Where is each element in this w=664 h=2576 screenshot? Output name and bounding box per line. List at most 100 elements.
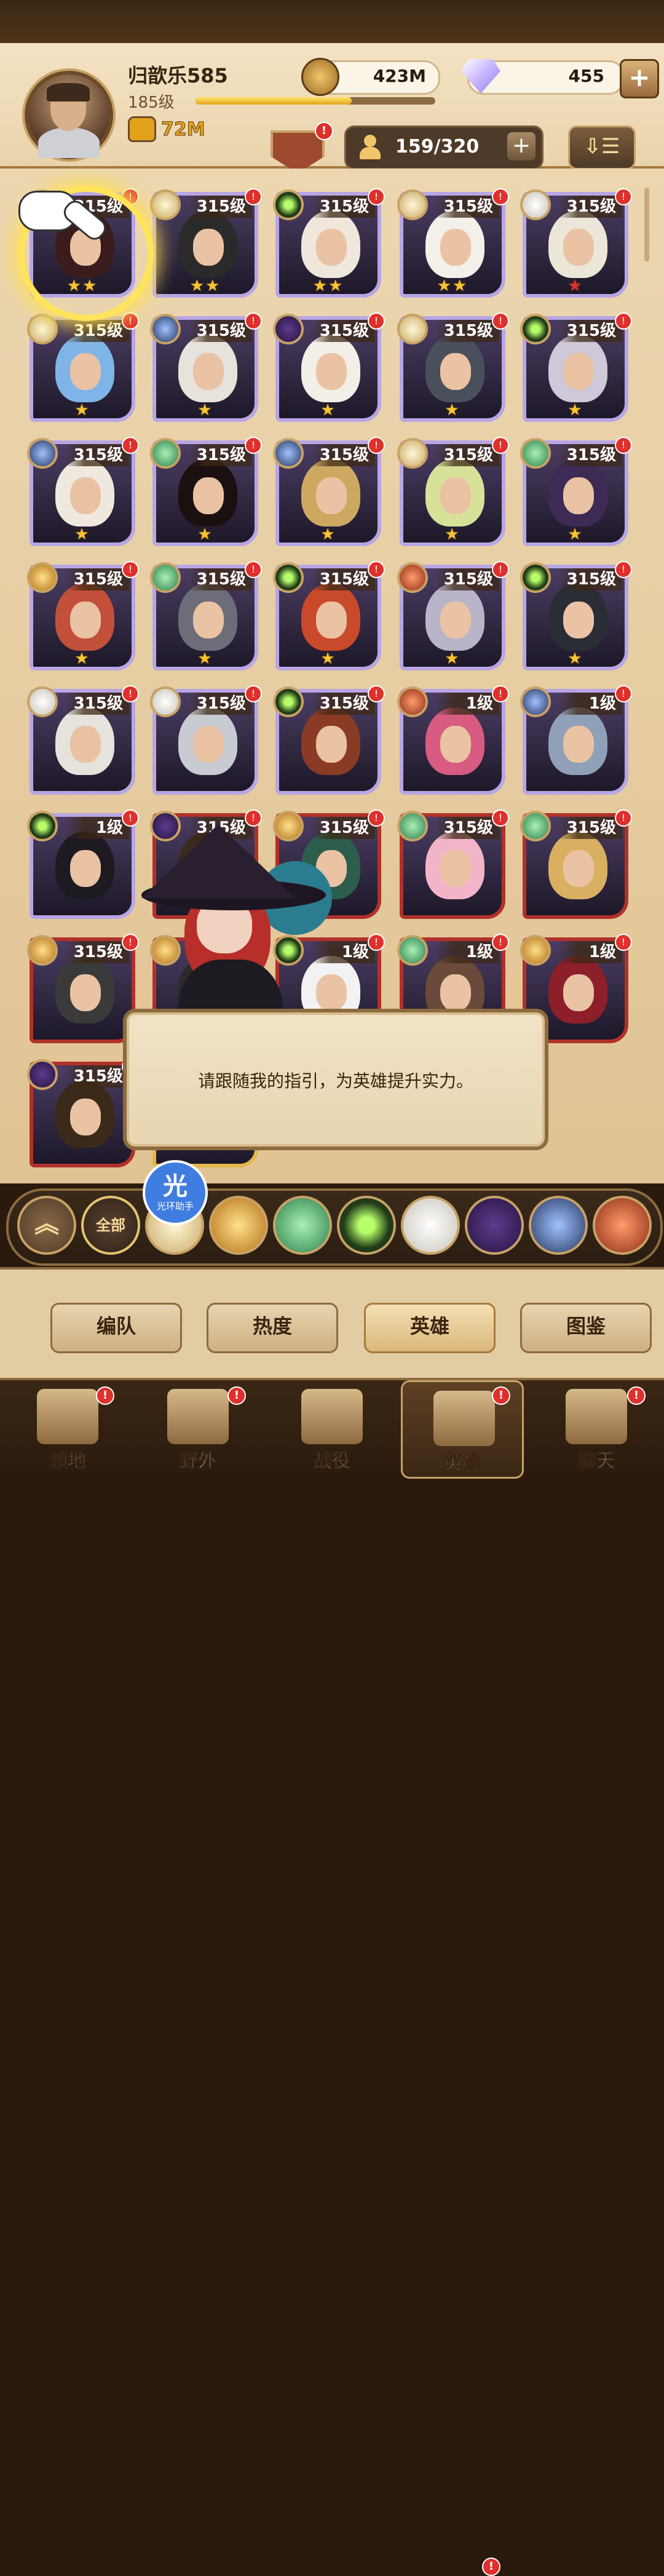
faction-eye-icon (273, 562, 304, 593)
star-rating: ★ (74, 525, 90, 544)
helper-glyph: 光 (163, 1172, 188, 1201)
sword-wings-icon (301, 1389, 363, 1444)
expand-roster-button[interactable]: + (507, 132, 536, 161)
faction-green-icon (150, 438, 181, 469)
notification-badge: ! (615, 934, 632, 951)
player-avatar[interactable] (25, 71, 113, 159)
notification-badge: ! (492, 188, 509, 205)
hero-card[interactable]: 1级! (397, 685, 509, 795)
hero-count: 159/320 + (344, 125, 543, 170)
hero-card[interactable]: 315级 ★! (273, 561, 385, 670)
faction-green-icon (397, 811, 428, 841)
collapse-up-icon[interactable]: ︽ (17, 1196, 76, 1255)
hero-card[interactable]: 315级! (27, 1058, 139, 1167)
hero-level: 315级 (558, 444, 622, 466)
filter-eye-icon[interactable] (337, 1196, 396, 1255)
helper-app-icon[interactable]: 光 光环助手 (143, 1160, 208, 1225)
hero-card[interactable]: 315级 ★! (520, 312, 632, 422)
hero-card[interactable]: 315级 ★! (397, 561, 509, 670)
hero-card[interactable]: 315级 ★★! (150, 188, 262, 298)
hero-card[interactable]: 315级 ★! (397, 437, 509, 546)
hero-card[interactable]: 315级! (27, 685, 139, 795)
nav-campaign[interactable]: 战役 (271, 1380, 393, 1479)
hero-level: 315级 (435, 444, 499, 466)
hero-card[interactable]: 315级! (273, 685, 385, 795)
faction-celest-icon (520, 189, 551, 220)
filter-green-icon[interactable] (273, 1196, 332, 1255)
hero-level: 315级 (311, 444, 375, 466)
hero-card[interactable]: 315级 ★! (27, 312, 139, 422)
filter-blue-icon[interactable] (529, 1196, 588, 1255)
hero-card[interactable]: 315级 ★! (520, 561, 632, 670)
chat-bubble-icon (566, 1389, 627, 1444)
hero-level: 315级 (558, 196, 622, 218)
hero-card[interactable]: 315级 ★! (520, 437, 632, 546)
hero-card[interactable]: 315级 ★! (150, 437, 262, 546)
filter-fire-icon[interactable] (593, 1196, 652, 1255)
filter-celest-icon[interactable] (401, 1196, 460, 1255)
notification-badge: ! (122, 934, 139, 951)
hero-card[interactable]: 315级! (397, 809, 509, 919)
star-rating: ★ (74, 401, 90, 419)
hero-card[interactable]: 1级! (27, 809, 139, 919)
notification-badge: ! (245, 685, 262, 702)
star-rating: ★ (320, 650, 336, 668)
faction-light-icon (397, 189, 428, 220)
notification-badge: ! (615, 685, 632, 702)
hero-level: 315级 (188, 693, 252, 715)
camp-crest-button[interactable]: ! (262, 122, 333, 175)
hero-card[interactable]: 315级 ★! (397, 312, 509, 422)
tab-popularity[interactable]: 热度 (207, 1303, 338, 1353)
filter-all-button[interactable]: 全部 (81, 1196, 140, 1255)
tab-heroes[interactable]: 英雄 (364, 1303, 496, 1353)
hero-card[interactable]: 315级 ★★! (273, 188, 385, 298)
scrollbar[interactable] (644, 188, 649, 261)
power-value: 72M (161, 118, 206, 140)
hero-level: 1级 (558, 693, 622, 715)
faction-gold-icon (27, 562, 58, 593)
faction-light-icon (397, 438, 428, 469)
hero-card[interactable]: 315级 ★! (150, 312, 262, 422)
hero-card[interactable]: 1级! (520, 685, 632, 795)
faction-gold-icon (520, 935, 551, 966)
hero-subtabs: 编队 热度 英雄 ! 图鉴 (0, 1267, 664, 2576)
star-rating: ★ (197, 650, 213, 668)
notification-badge: ! (627, 1386, 646, 1405)
hero-level: 315级 (435, 196, 499, 218)
star-rating: ★ (445, 525, 460, 544)
notification-badge: ! (122, 437, 139, 454)
hero-card[interactable]: 315级 ★! (273, 312, 385, 422)
player-level: 185级 (128, 93, 175, 112)
hero-card[interactable]: 315级 ★★! (397, 188, 509, 298)
map-scroll-icon (167, 1389, 229, 1444)
sort-button[interactable]: ⇩☰ (568, 125, 636, 170)
tutorial-dialog[interactable]: 请跟随我的指引，为英雄提升实力。 (123, 1009, 548, 1150)
nav-label: 领地 (49, 1450, 87, 1473)
notification-badge: ! (615, 188, 632, 205)
hero-card[interactable]: 315级 ★! (273, 437, 385, 546)
add-diamonds-button[interactable]: + (620, 59, 659, 98)
notification-badge: ! (615, 437, 632, 454)
hero-card[interactable]: 315级 ★! (27, 437, 139, 546)
faction-filter-bar: ︽ 全部 (6, 1188, 663, 1266)
hero-level: 1级 (65, 817, 129, 839)
gold-value: 423M (373, 66, 426, 86)
status-bar (0, 0, 664, 43)
faction-eye-icon (520, 562, 551, 593)
notification-badge: ! (122, 809, 139, 827)
hero-card[interactable]: 315级 ★! (520, 188, 632, 298)
filter-dark-icon[interactable] (465, 1196, 524, 1255)
faction-eye-icon (520, 314, 551, 344)
hero-card[interactable]: 315级! (150, 685, 262, 795)
hero-card[interactable]: 315级 ★! (27, 561, 139, 670)
exp-bar (196, 97, 435, 105)
filter-gold-icon[interactable] (209, 1196, 268, 1255)
hero-card[interactable]: 315级! (27, 934, 139, 1043)
hero-card[interactable]: 315级 ★! (150, 561, 262, 670)
castle-icon (37, 1389, 98, 1444)
hero-level: 315级 (65, 941, 129, 963)
tab-codex[interactable]: 图鉴 (520, 1303, 652, 1353)
hero-card[interactable]: 315级! (520, 809, 632, 919)
fist-icon (128, 116, 156, 142)
tab-formation[interactable]: 编队 (50, 1303, 182, 1353)
